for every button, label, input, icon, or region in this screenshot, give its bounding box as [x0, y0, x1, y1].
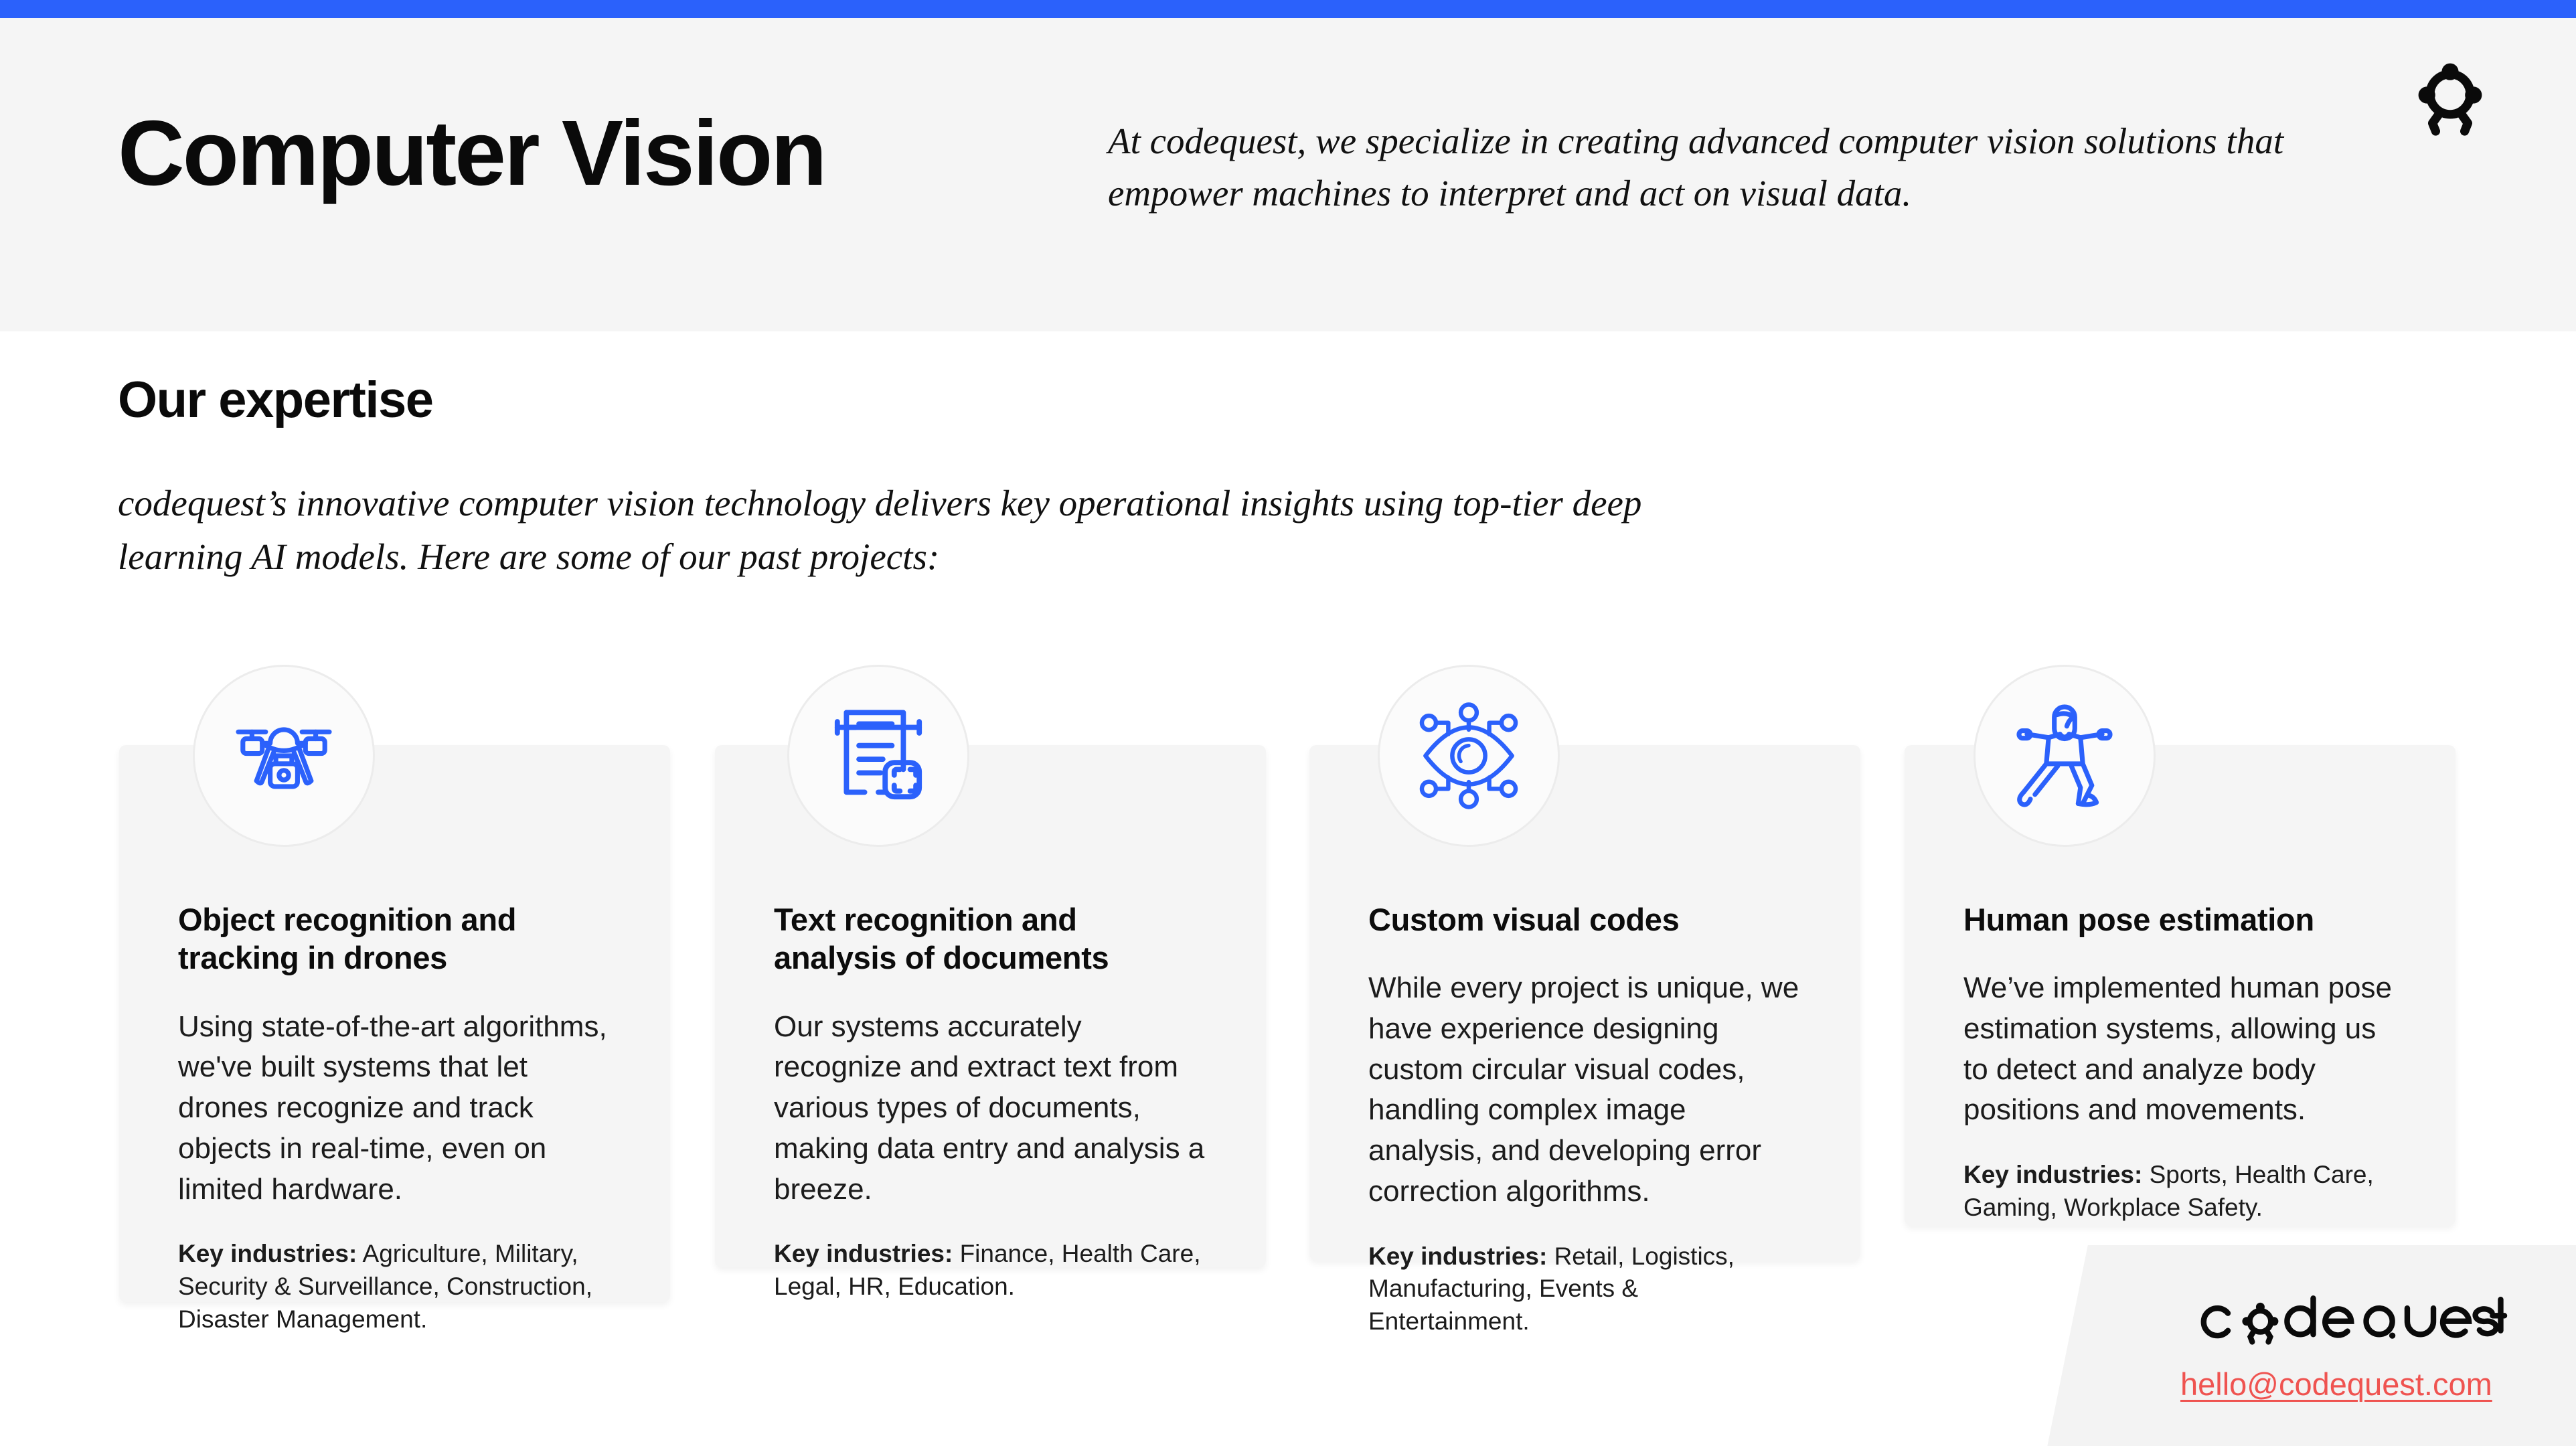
- expertise-card[interactable]: Object recognition and tracking in drone…: [119, 665, 670, 1333]
- card-body: Our systems accurately recognize and ext…: [774, 1010, 1205, 1206]
- footer-panel: [2047, 1245, 2576, 1446]
- card-industries: Key industries: Sports, Health Care, Gam…: [1963, 1159, 2397, 1224]
- card-body: We’ve implemented human pose estimation …: [1963, 971, 2392, 1127]
- card-body: Using state-of-the-art algorithms, we've…: [178, 1010, 607, 1206]
- card-industries-label: Key industries:: [1368, 1242, 1548, 1270]
- card-industries-label: Key industries:: [178, 1240, 357, 1268]
- human-pose-icon: [1974, 665, 2156, 847]
- card-industries-label: Key industries:: [774, 1240, 953, 1268]
- expertise-lede: codequest’s innovative computer vision t…: [118, 483, 1642, 577]
- card-industries: Key industries: Agriculture, Military, S…: [178, 1238, 611, 1336]
- slide-page: Computer Vision At codequest, we special…: [0, 0, 2576, 1446]
- expertise-heading: Our expertise: [118, 372, 434, 428]
- card-industries: Key industries: Retail, Logistics, Manuf…: [1368, 1240, 1801, 1338]
- document-scan-icon: [787, 665, 969, 847]
- card-industries-label: Key industries:: [1963, 1161, 2143, 1189]
- contact-email-link[interactable]: hello@codequest.com: [2180, 1366, 2492, 1402]
- codequest-wordmark-logo: [2186, 1292, 2511, 1346]
- expertise-card[interactable]: Text recognition and analysis of documen…: [715, 665, 1266, 1300]
- drone-icon: [193, 665, 375, 847]
- card-title: Object recognition and tracking in drone…: [178, 902, 517, 976]
- card-body: While every project is unique, we have e…: [1368, 971, 1799, 1208]
- card-title: Custom visual codes: [1368, 902, 1680, 937]
- expertise-card[interactable]: Custom visual codes While every project …: [1309, 665, 1860, 1335]
- eye-network-icon: [1378, 665, 1560, 847]
- card-title: Human pose estimation: [1963, 902, 2314, 937]
- card-industries: Key industries: Finance, Health Care, Le…: [774, 1238, 1207, 1303]
- codequest-mark-icon: [2410, 59, 2490, 139]
- expertise-card[interactable]: Human pose estimation We’ve implemented …: [1905, 665, 2456, 1226]
- header-subtitle: At codequest, we specialize in creating …: [1108, 120, 2284, 214]
- page-title: Computer Vision: [118, 102, 827, 205]
- top-accent-bar: [0, 0, 2576, 18]
- card-title: Text recognition and analysis of documen…: [774, 902, 1109, 976]
